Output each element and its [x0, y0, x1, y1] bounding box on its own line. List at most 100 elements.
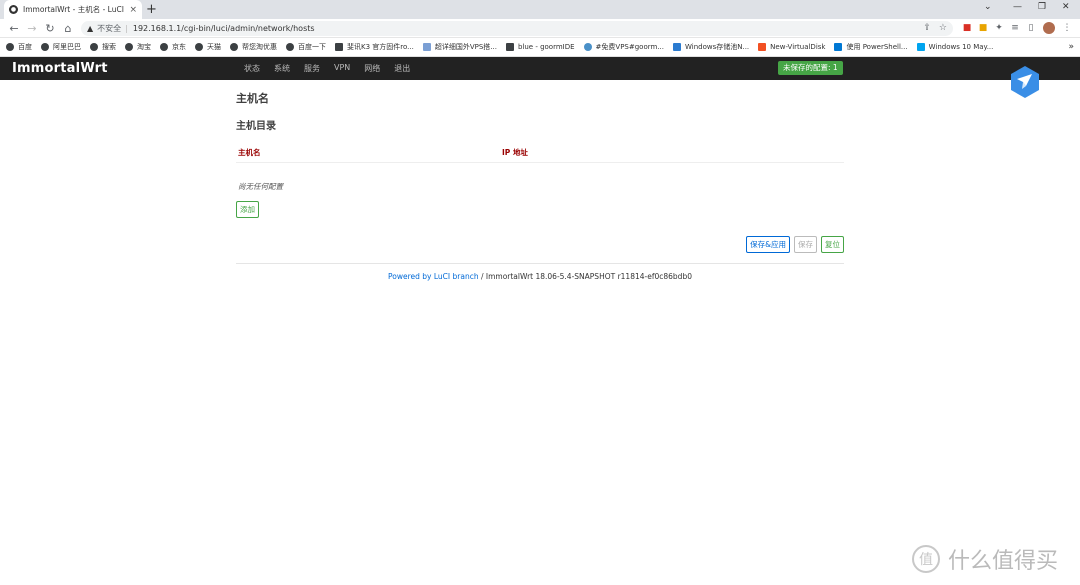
watermark: 值 什么值得买: [912, 543, 1058, 575]
menu-item-network[interactable]: 网络: [364, 63, 380, 74]
globe-icon: [160, 43, 168, 51]
restore-icon[interactable]: ❐: [1038, 2, 1046, 12]
windows-icon: [916, 43, 925, 51]
close-tab-icon[interactable]: ×: [129, 5, 137, 15]
watermark-text: 什么值得买: [948, 549, 1059, 574]
bookmark-label: 搜索: [102, 43, 116, 51]
bookmark-label: 使用 PowerShell...: [846, 43, 908, 51]
menu-item-services[interactable]: 服务: [304, 63, 320, 74]
bookmark-label: 百度一下: [298, 43, 326, 51]
minimize-icon[interactable]: —: [1013, 2, 1022, 12]
bookmark-label: 帮您淘优惠: [242, 43, 277, 51]
home-icon[interactable]: ⌂: [59, 22, 77, 35]
warning-icon[interactable]: ▲: [87, 24, 93, 33]
footer-divider: [236, 263, 844, 264]
tab-title: ImmortalWrt - 主机名 - LuCI: [23, 5, 124, 14]
empty-table-message: 尚无任何配置: [238, 182, 283, 191]
extension-icon[interactable]: ■: [959, 23, 975, 33]
bookmark-item[interactable]: blue - goormIDE: [505, 43, 575, 51]
bookmark-item[interactable]: #免费VPS#goorm...: [583, 42, 664, 52]
more-bookmarks-icon[interactable]: »: [1068, 42, 1074, 52]
table-header: 主机名 IP 地址: [236, 136, 844, 163]
menu-item-status[interactable]: 状态: [244, 63, 260, 74]
security-label: 不安全: [97, 23, 122, 33]
bookmark-item[interactable]: 京东: [160, 42, 186, 52]
share-icon[interactable]: ⇪: [923, 23, 931, 33]
menu-item-logout[interactable]: 退出: [394, 63, 410, 74]
puzzle-icon[interactable]: ✦: [991, 23, 1007, 33]
bookmarks-bar: 百度 阿里巴巴 搜索 淘宝 京东 天猫 帮您淘优惠 百度一下 斐讯K3 官方固件…: [0, 38, 1080, 57]
save-button[interactable]: 保存: [794, 236, 817, 253]
version-text: / ImmortalWrt 18.06-5.4-SNAPSHOT r11814-…: [478, 272, 692, 281]
globe-icon: [195, 43, 203, 51]
reload-icon[interactable]: ↻: [41, 22, 59, 35]
browser-tab[interactable]: ● ImmortalWrt - 主机名 - LuCI ×: [4, 0, 142, 19]
bookmark-item[interactable]: 天猫: [195, 42, 221, 52]
more-menu-icon[interactable]: ⋮: [1059, 23, 1075, 33]
bookmark-label: 阿里巴巴: [53, 43, 81, 51]
column-header-ip: IP 地址: [502, 148, 528, 157]
column-header-hostname: 主机名: [238, 148, 261, 157]
browser-toolbar: ← → ↻ ⌂ ▲ 不安全 | 192.168.1.1/cgi-bin/luci…: [0, 19, 1080, 38]
avatar[interactable]: [1043, 22, 1055, 34]
site-icon: [673, 43, 681, 51]
back-icon[interactable]: ←: [5, 22, 23, 35]
bookmark-label: Windows 10 May...: [928, 43, 994, 51]
bookmark-item[interactable]: 百度一下: [286, 42, 326, 52]
globe-icon: [90, 43, 98, 51]
close-window-icon[interactable]: ✕: [1062, 2, 1070, 12]
bookmark-item[interactable]: 阿里巴巴: [41, 42, 81, 52]
menu-item-system[interactable]: 系统: [274, 63, 290, 74]
bookmark-item[interactable]: 帮您淘优惠: [230, 42, 277, 52]
main-menu: 状态 系统 服务 VPN 网络 退出: [244, 63, 424, 74]
azure-icon: [834, 43, 843, 51]
bookmark-item[interactable]: 斐讯K3 官方固件ro...: [335, 42, 414, 52]
unsaved-changes-badge[interactable]: 未保存的配置: 1: [778, 61, 843, 75]
browser-tabstrip: ● ImmortalWrt - 主机名 - LuCI × + ⌄ — ❐ ✕: [0, 0, 1080, 19]
new-tab-icon[interactable]: +: [146, 2, 157, 17]
add-button[interactable]: 添加: [236, 201, 259, 218]
brand-logo[interactable]: ImmortalWrt: [12, 61, 244, 76]
bookmark-label: 京东: [172, 43, 186, 51]
bookmark-item[interactable]: Windows存储池N...: [673, 42, 749, 52]
bookmark-item[interactable]: Windows 10 May...: [916, 43, 994, 51]
section-title: 主机目录: [236, 121, 276, 132]
bird-logo-icon: [1011, 66, 1039, 98]
watermark-badge-icon: 值: [912, 545, 940, 573]
side-panel-icon[interactable]: ▯: [1023, 23, 1039, 33]
bookmark-item[interactable]: 淘宝: [125, 42, 151, 52]
bookmark-label: 超详细国外VPS搭...: [434, 43, 497, 51]
form-actions: 保存&应用 保存 复位: [746, 236, 844, 253]
bookmark-item[interactable]: 百度: [6, 42, 32, 52]
globe-icon: [125, 43, 133, 51]
bookmark-item[interactable]: 搜索: [90, 42, 116, 52]
extension-icon[interactable]: ■: [975, 23, 991, 33]
globe-icon: [6, 43, 14, 51]
globe-icon: [230, 43, 238, 51]
bookmark-label: 百度: [18, 43, 32, 51]
reading-list-icon[interactable]: ≡: [1007, 23, 1023, 33]
bookmark-label: blue - goormIDE: [517, 43, 575, 51]
address-bar[interactable]: ▲ 不安全 | 192.168.1.1/cgi-bin/luci/admin/n…: [81, 20, 953, 36]
bookmark-item[interactable]: 超详细国外VPS搭...: [422, 42, 497, 52]
terminal-icon: [505, 43, 514, 51]
bookmark-item[interactable]: 使用 PowerShell...: [834, 42, 908, 52]
bookmark-label: 斐讯K3 官方固件ro...: [347, 43, 414, 51]
forward-icon[interactable]: →: [23, 22, 41, 35]
globe-icon: [286, 43, 294, 51]
bookmark-star-icon[interactable]: ☆: [939, 23, 947, 33]
tab-search-icon[interactable]: ⌄: [984, 2, 992, 12]
save-apply-button[interactable]: 保存&应用: [746, 236, 790, 253]
bookmark-label: 淘宝: [137, 43, 151, 51]
url-text[interactable]: 192.168.1.1/cgi-bin/luci/admin/network/h…: [133, 24, 916, 33]
menu-item-vpn[interactable]: VPN: [334, 63, 350, 74]
reset-button[interactable]: 复位: [821, 236, 844, 253]
microsoft-icon: [758, 43, 767, 51]
site-favicon-icon: ●: [9, 5, 18, 14]
bookmark-item[interactable]: New-VirtualDisk: [758, 43, 825, 51]
luci-link[interactable]: Powered by LuCI branch: [388, 272, 479, 281]
bookmark-label: New-VirtualDisk: [770, 43, 826, 51]
footer: Powered by LuCI branch / ImmortalWrt 18.…: [236, 272, 844, 281]
main-content: 主机名 主机目录 主机名 IP 地址 尚无任何配置 添加 保存&应用 保存 复位…: [236, 90, 844, 281]
bookmark-label: #免费VPS#goorm...: [595, 43, 664, 51]
